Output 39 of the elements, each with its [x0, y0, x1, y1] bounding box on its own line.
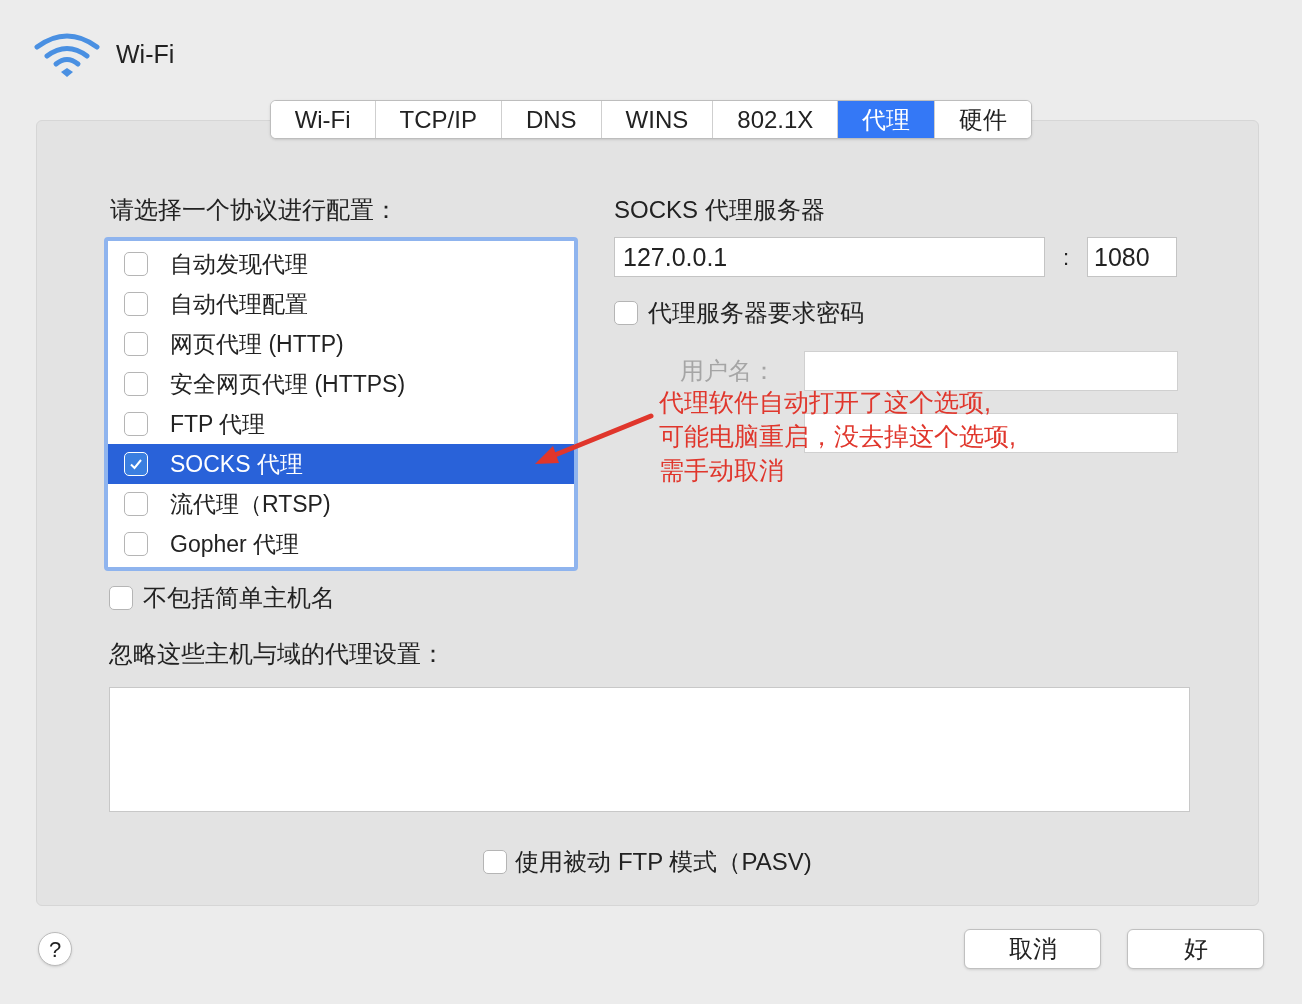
tab[interactable]: WINS: [600, 101, 713, 138]
help-button[interactable]: ?: [38, 932, 72, 966]
window-title: Wi-Fi: [116, 39, 175, 71]
tab[interactable]: 代理: [837, 101, 935, 138]
checkbox-label: 不包括简单主机名: [143, 583, 335, 613]
protocol-row[interactable]: SOCKS 代理: [108, 444, 574, 484]
annotation-text: 需手动取消: [659, 455, 785, 486]
checkbox[interactable]: [124, 252, 148, 276]
bypass-label: 忽略这些主机与域的代理设置：: [109, 639, 446, 669]
tab[interactable]: Wi-Fi: [270, 101, 375, 138]
wifi-icon: [34, 31, 100, 79]
dialog-button[interactable]: 好: [1127, 929, 1264, 969]
list-label: 请选择一个协议进行配置：: [110, 195, 399, 225]
checkbox[interactable]: [124, 332, 148, 356]
tab[interactable]: TCP/IP: [374, 101, 501, 138]
annotation-text: 可能电脑重启，没去掉这个选项,: [659, 421, 1016, 452]
checkbox[interactable]: [109, 586, 133, 610]
annotation-text: 代理软件自动打开了这个选项,: [659, 387, 992, 418]
dialog-button[interactable]: 取消: [964, 929, 1101, 969]
bypass-field[interactable]: [109, 687, 1190, 812]
checkbox[interactable]: [614, 301, 638, 325]
username-label: 用户名：: [679, 356, 777, 386]
host-field[interactable]: 127.0.0.1: [614, 237, 1045, 277]
separator: :: [1061, 243, 1071, 272]
checkbox[interactable]: [124, 412, 148, 436]
tab[interactable]: 802.1X: [712, 101, 838, 138]
checkbox[interactable]: [124, 372, 148, 396]
checkbox-label: 使用被动 FTP 模式（PASV): [515, 847, 812, 877]
tab[interactable]: 硬件: [934, 101, 1032, 138]
server-label: SOCKS 代理服务器: [614, 195, 826, 225]
tab[interactable]: DNS: [500, 101, 601, 138]
port-field[interactable]: 1080: [1087, 237, 1177, 277]
checkbox[interactable]: [483, 850, 508, 874]
checkbox[interactable]: [124, 492, 148, 516]
checkbox[interactable]: [124, 532, 148, 556]
checkbox[interactable]: [124, 292, 148, 316]
username-field[interactable]: [804, 351, 1178, 391]
checkbox-label: 代理服务器要求密码: [648, 298, 864, 328]
checkmark-icon: [129, 457, 143, 471]
